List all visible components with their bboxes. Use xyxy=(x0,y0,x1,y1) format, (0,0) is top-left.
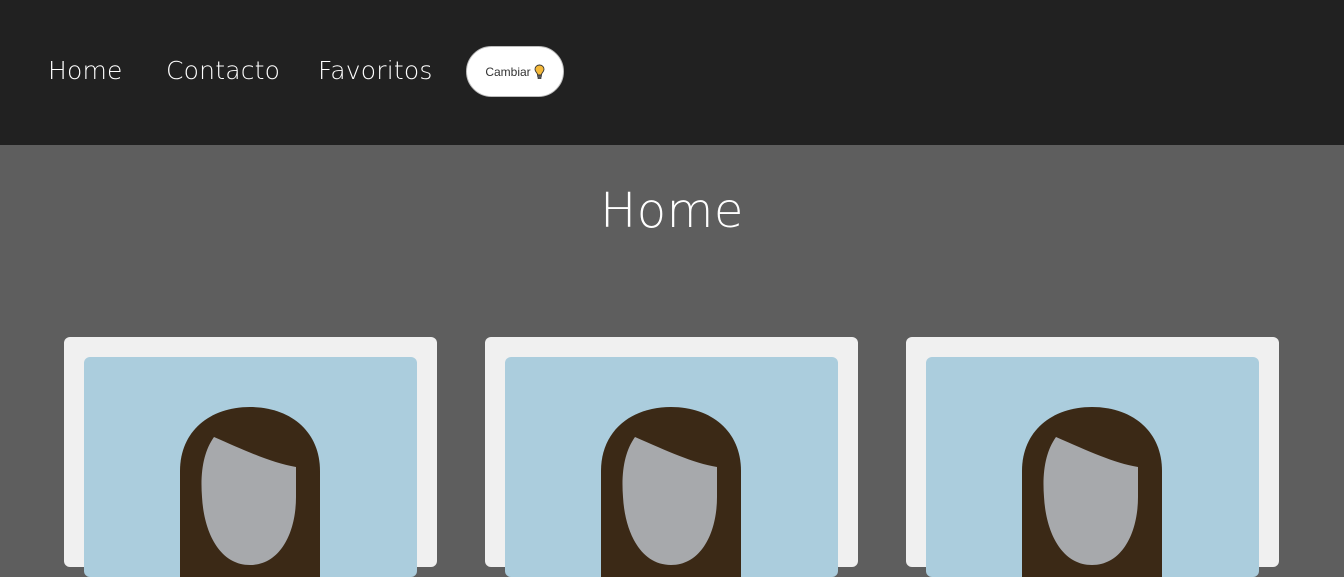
card-image xyxy=(84,357,417,577)
page-title: Home xyxy=(600,183,744,239)
nav-link-contacto[interactable]: Contacto xyxy=(166,56,280,85)
avatar-placeholder-icon xyxy=(601,407,741,577)
theme-toggle-label: Cambiar xyxy=(485,64,531,79)
nav-link-favoritos[interactable]: Favoritos xyxy=(318,56,433,85)
card-image xyxy=(505,357,838,577)
navbar: Home Contacto Favoritos Cambiar xyxy=(0,0,1344,145)
theme-toggle-button[interactable]: Cambiar xyxy=(466,46,564,97)
profile-card[interactable] xyxy=(64,337,437,577)
profile-card[interactable] xyxy=(485,337,858,577)
avatar-placeholder-icon xyxy=(180,407,320,577)
card-image xyxy=(926,357,1259,577)
nav-link-home[interactable]: Home xyxy=(48,56,123,85)
light-bulb-icon xyxy=(534,64,545,80)
profile-card[interactable] xyxy=(906,337,1279,577)
avatar-placeholder-icon xyxy=(1022,407,1162,577)
